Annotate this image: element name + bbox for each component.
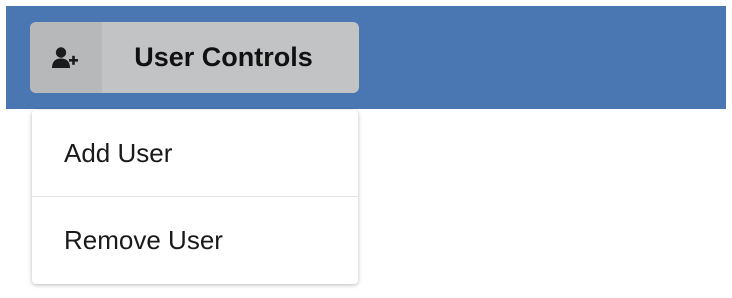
user-controls-button[interactable]: User Controls (30, 22, 359, 93)
user-controls-dropdown: Add User Remove User (32, 110, 358, 284)
user-plus-icon-container (30, 22, 102, 93)
menu-item-label: Add User (64, 137, 173, 168)
menu-item-add-user[interactable]: Add User (32, 110, 358, 196)
menu-item-label: Remove User (64, 225, 223, 255)
user-plus-icon (52, 46, 78, 68)
menu-item-remove-user[interactable]: Remove User (32, 197, 358, 284)
user-controls-label: User Controls (134, 42, 313, 72)
